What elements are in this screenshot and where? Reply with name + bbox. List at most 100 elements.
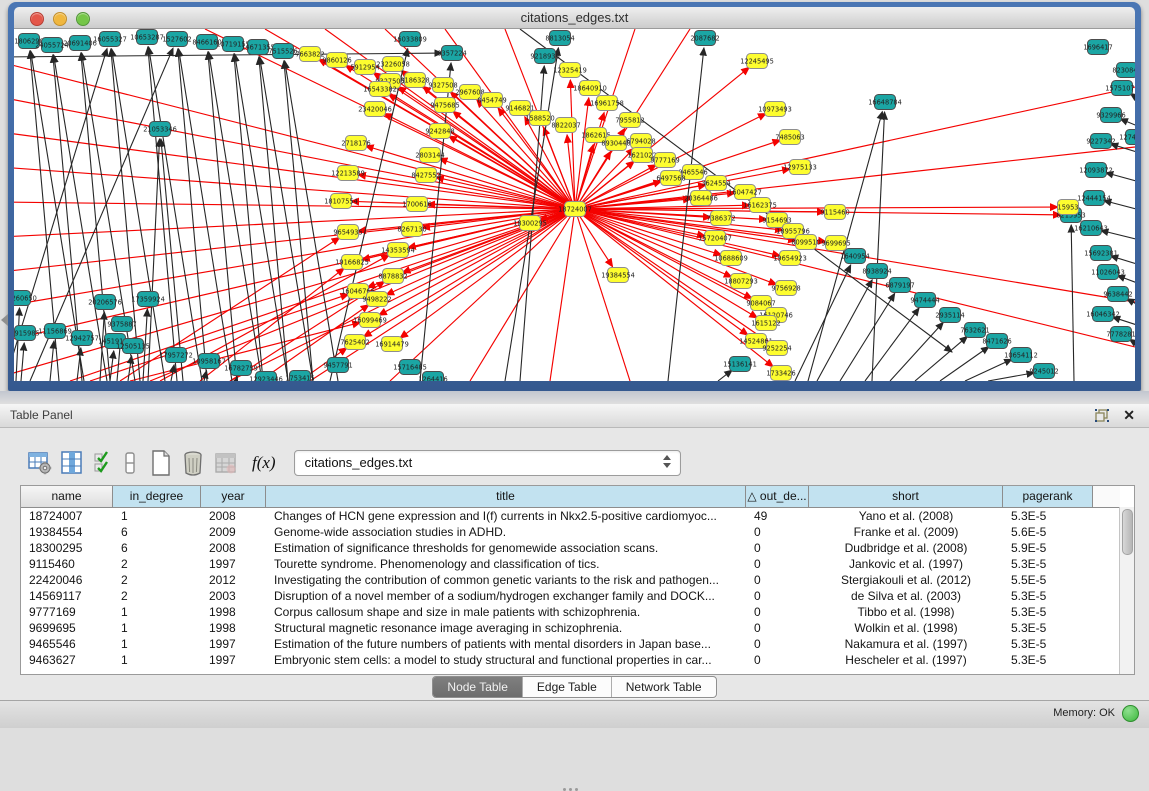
table-cell-pagerank[interactable]: 5.3E-5 xyxy=(1003,636,1093,652)
table-cell-title[interactable]: Embryonic stem cells: a model to study s… xyxy=(266,652,746,668)
table-cell-pagerank[interactable]: 5.3E-5 xyxy=(1003,652,1093,668)
table-cell-year[interactable]: 2003 xyxy=(201,588,266,604)
table-cell-short[interactable]: Nakamura et al. (1997) xyxy=(809,636,1003,652)
table-row[interactable]: 1938455462009Genome-wide association stu… xyxy=(21,524,1134,540)
table-row[interactable]: 1872400712008Changes of HCN gene express… xyxy=(21,508,1134,524)
tab-network-table[interactable]: Network Table xyxy=(612,677,716,697)
table-cell-short[interactable]: Wolkin et al. (1998) xyxy=(809,620,1003,636)
table-cell-short[interactable]: Yano et al. (2008) xyxy=(809,508,1003,524)
table-row[interactable]: 911546021997Tourette syndrome. Phenomeno… xyxy=(21,556,1134,572)
table-cell-year[interactable]: 1997 xyxy=(201,556,266,572)
function-builder-icon[interactable]: f(x) xyxy=(252,453,276,473)
table-cell-out_de...[interactable]: 0 xyxy=(746,588,809,604)
table-cell-in_degree[interactable]: 6 xyxy=(113,524,201,540)
table-cell-name[interactable]: 22420046 xyxy=(21,572,113,588)
table-row[interactable]: 1830029562008Estimation of significance … xyxy=(21,540,1134,556)
table-cell-out_de...[interactable]: 0 xyxy=(746,604,809,620)
table-cell-title[interactable]: Estimation of the future numbers of pati… xyxy=(266,636,746,652)
scrollbar-thumb[interactable] xyxy=(1122,509,1133,555)
column-header-out_de...[interactable]: △ out_de... xyxy=(746,486,809,507)
table-cell-name[interactable]: 14569117 xyxy=(21,588,113,604)
table-settings-icon[interactable] xyxy=(28,451,52,475)
table-cell-name[interactable]: 9115460 xyxy=(21,556,113,572)
table-cell-year[interactable]: 1998 xyxy=(201,604,266,620)
collapse-panel-arrow-icon[interactable] xyxy=(1,314,8,326)
table-cell-pagerank[interactable]: 5.9E-5 xyxy=(1003,540,1093,556)
column-header-year[interactable]: year xyxy=(201,486,266,507)
table-cell-title[interactable]: Corpus callosum shape and size in male p… xyxy=(266,604,746,620)
table-cell-in_degree[interactable]: 1 xyxy=(113,508,201,524)
table-cell-in_degree[interactable]: 2 xyxy=(113,588,201,604)
table-cell-name[interactable]: 18300295 xyxy=(21,540,113,556)
table-cell-name[interactable]: 19384554 xyxy=(21,524,113,540)
table-cell-year[interactable]: 2012 xyxy=(201,572,266,588)
table-cell-title[interactable]: Investigating the contribution of common… xyxy=(266,572,746,588)
table-header-row[interactable]: namein_degreeyeartitle△ out_de...shortpa… xyxy=(21,486,1134,508)
table-cell-title[interactable]: Structural magnetic resonance image aver… xyxy=(266,620,746,636)
table-cell-title[interactable]: Tourette syndrome. Phenomenology and cla… xyxy=(266,556,746,572)
table-row[interactable]: 969969511998Structural magnetic resonanc… xyxy=(21,620,1134,636)
table-cell-pagerank[interactable]: 5.3E-5 xyxy=(1003,620,1093,636)
column-header-name[interactable]: name xyxy=(21,486,113,507)
table-cell-pagerank[interactable]: 5.3E-5 xyxy=(1003,508,1093,524)
table-cell-year[interactable]: 1997 xyxy=(201,636,266,652)
table-cell-short[interactable]: de Silva et al. (2003) xyxy=(809,588,1003,604)
table-cell-year[interactable]: 1997 xyxy=(201,652,266,668)
table-cell-in_degree[interactable]: 1 xyxy=(113,604,201,620)
table-cell-pagerank[interactable]: 5.6E-5 xyxy=(1003,524,1093,540)
table-cell-name[interactable]: 9463627 xyxy=(21,652,113,668)
table-cell-out_de...[interactable]: 0 xyxy=(746,524,809,540)
float-panel-icon[interactable] xyxy=(1095,409,1109,422)
table-cell-title[interactable]: Estimation of significance thresholds fo… xyxy=(266,540,746,556)
delete-trash-icon[interactable] xyxy=(182,450,204,476)
table-cell-out_de...[interactable]: 0 xyxy=(746,572,809,588)
new-document-icon[interactable] xyxy=(150,450,172,476)
table-cell-short[interactable]: Dudbridge et al. (2008) xyxy=(809,540,1003,556)
table-cell-short[interactable]: Jankovic et al. (1997) xyxy=(809,556,1003,572)
table-row[interactable]: 946362711997Embryonic stem cells: a mode… xyxy=(21,652,1134,668)
table-body[interactable]: 1872400712008Changes of HCN gene express… xyxy=(21,508,1134,668)
column-header-in_degree[interactable]: in_degree xyxy=(113,486,201,507)
column-header-pagerank[interactable]: pagerank xyxy=(1003,486,1093,507)
tab-edge-table[interactable]: Edge Table xyxy=(523,677,612,697)
table-cell-out_de...[interactable]: 0 xyxy=(746,652,809,668)
tab-node-table[interactable]: Node Table xyxy=(433,677,523,697)
column-header-title[interactable]: title xyxy=(266,486,746,507)
table-cell-out_de...[interactable]: 0 xyxy=(746,556,809,572)
column-header-short[interactable]: short xyxy=(809,486,1003,507)
table-cell-in_degree[interactable]: 1 xyxy=(113,652,201,668)
table-cell-out_de...[interactable]: 49 xyxy=(746,508,809,524)
table-cell-title[interactable]: Disruption of a novel member of a sodium… xyxy=(266,588,746,604)
table-cell-pagerank[interactable]: 5.3E-5 xyxy=(1003,556,1093,572)
node-attribute-table[interactable]: namein_degreeyeartitle△ out_de...shortpa… xyxy=(20,485,1135,675)
table-cell-year[interactable]: 2008 xyxy=(201,540,266,556)
table-vertical-scrollbar[interactable] xyxy=(1119,507,1134,674)
table-cell-year[interactable]: 1998 xyxy=(201,620,266,636)
table-cell-in_degree[interactable]: 2 xyxy=(113,556,201,572)
network-table-select[interactable]: citations_edges.txt xyxy=(294,450,681,476)
table-cell-name[interactable]: 9465546 xyxy=(21,636,113,652)
citation-network-graph[interactable]: 1806290240557242069140616055327106532871… xyxy=(14,29,1135,381)
table-cell-name[interactable]: 9777169 xyxy=(21,604,113,620)
table-cell-short[interactable]: Stergiakouli et al. (2012) xyxy=(809,572,1003,588)
table-row[interactable]: 2242004622012Investigating the contribut… xyxy=(21,572,1134,588)
table-cell-out_de...[interactable]: 0 xyxy=(746,620,809,636)
table-cell-year[interactable]: 2009 xyxy=(201,524,266,540)
table-row[interactable]: 946554611997Estimation of the future num… xyxy=(21,636,1134,652)
network-window-titlebar[interactable]: citations_edges.txt xyxy=(14,7,1135,29)
table-cell-name[interactable]: 18724007 xyxy=(21,508,113,524)
table-row[interactable]: 977716911998Corpus callosum shape and si… xyxy=(21,604,1134,620)
table-cell-short[interactable]: Hescheler et al. (1997) xyxy=(809,652,1003,668)
table-cell-short[interactable]: Tibbo et al. (1998) xyxy=(809,604,1003,620)
table-cell-year[interactable]: 2008 xyxy=(201,508,266,524)
table-cell-title[interactable]: Changes of HCN gene expression and I(f) … xyxy=(266,508,746,524)
table-cell-short[interactable]: Franke et al. (2009) xyxy=(809,524,1003,540)
select-rows-checks-icon[interactable] xyxy=(94,451,114,475)
table-cell-out_de...[interactable]: 0 xyxy=(746,636,809,652)
table-cell-in_degree[interactable]: 1 xyxy=(113,620,201,636)
horizontal-splitter[interactable] xyxy=(0,391,1149,404)
memory-status-indicator-icon[interactable] xyxy=(1122,705,1139,722)
table-cell-in_degree[interactable]: 1 xyxy=(113,636,201,652)
table-cell-in_degree[interactable]: 6 xyxy=(113,540,201,556)
table-cell-name[interactable]: 9699695 xyxy=(21,620,113,636)
